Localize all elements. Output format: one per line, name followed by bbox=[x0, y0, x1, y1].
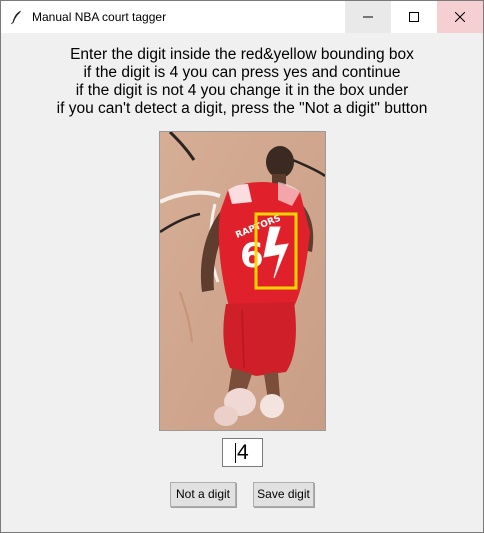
jersey-number: 6 bbox=[240, 236, 264, 276]
app-window: Manual NBA court tagger Enter the digit … bbox=[0, 0, 484, 533]
minimize-button[interactable] bbox=[345, 1, 391, 33]
instruction-line: if the digit is not 4 you change it in t… bbox=[75, 82, 409, 99]
instruction-line: if the digit is 4 you can press yes and … bbox=[83, 64, 401, 81]
minimize-icon bbox=[363, 16, 373, 18]
close-button[interactable] bbox=[437, 1, 483, 33]
not-a-digit-button[interactable]: Not a digit bbox=[170, 482, 236, 507]
window-title: Manual NBA court tagger bbox=[32, 10, 167, 24]
save-digit-button[interactable]: Save digit bbox=[253, 482, 314, 507]
maximize-icon bbox=[409, 12, 419, 22]
feather-icon bbox=[11, 10, 22, 25]
player-image: RAPTORS 6 bbox=[159, 131, 326, 431]
text-caret bbox=[235, 443, 236, 463]
instruction-line: if you can't detect a digit, press the "… bbox=[56, 100, 428, 117]
digit-input[interactable]: 4 bbox=[222, 438, 263, 467]
title-bar[interactable]: Manual NBA court tagger bbox=[1, 1, 483, 33]
close-icon bbox=[455, 12, 465, 22]
instructions-text: Enter the digit inside the red&yellow bo… bbox=[1, 46, 483, 118]
maximize-button[interactable] bbox=[391, 1, 437, 33]
instruction-line: Enter the digit inside the red&yellow bo… bbox=[70, 46, 414, 63]
